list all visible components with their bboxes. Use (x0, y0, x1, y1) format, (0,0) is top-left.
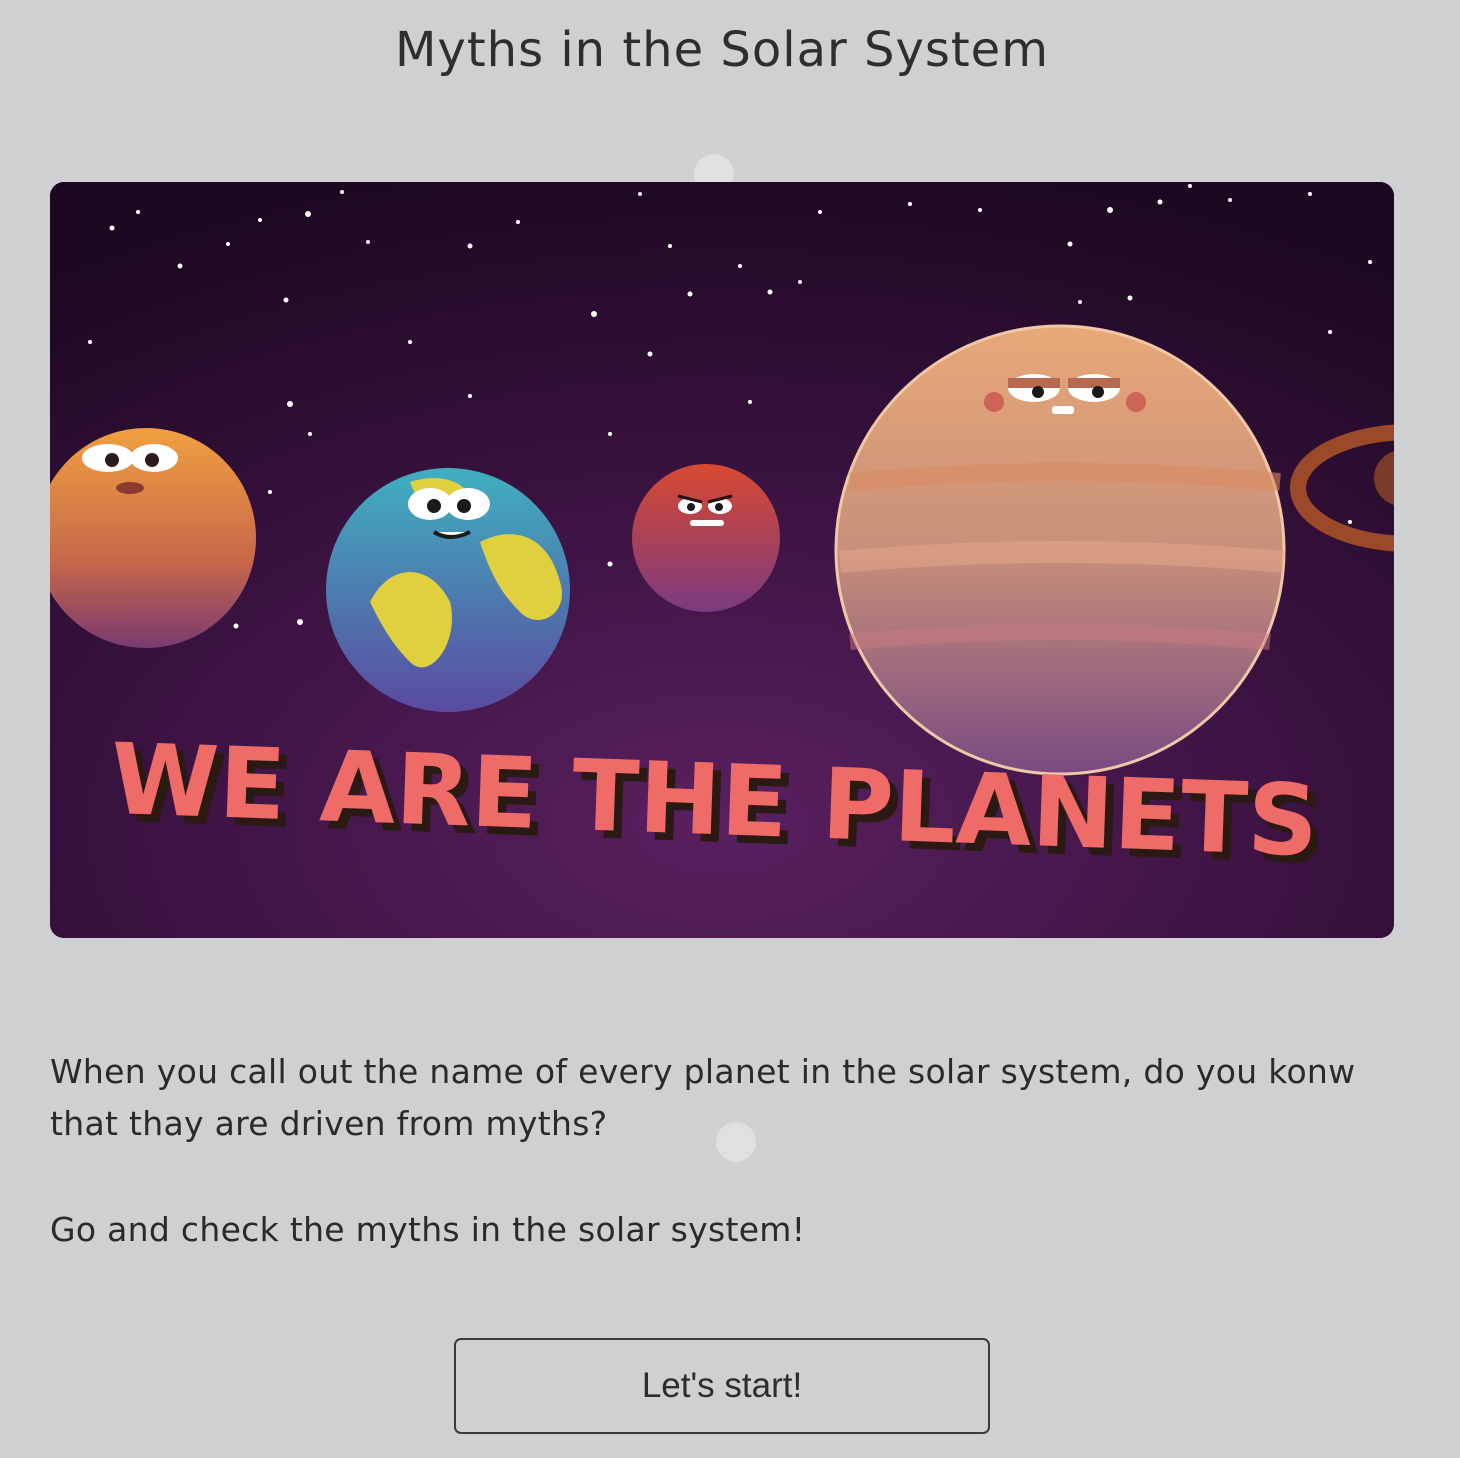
page-title: Myths in the Solar System (395, 22, 1049, 78)
earth-planet (326, 468, 570, 712)
cta-paragraph: Go and check the myths in the solar syst… (50, 1210, 806, 1249)
start-button[interactable]: Let's start! (454, 1338, 990, 1434)
planets-illustration: WE ARE THE PLANETS WE ARE THE PLANETS (50, 182, 1394, 938)
jupiter-planet (834, 324, 1286, 776)
hero-image: WE ARE THE PLANETS WE ARE THE PLANETS (50, 182, 1394, 938)
intro-paragraph: When you call out the name of every plan… (50, 1052, 1356, 1143)
mars-planet (632, 464, 780, 612)
